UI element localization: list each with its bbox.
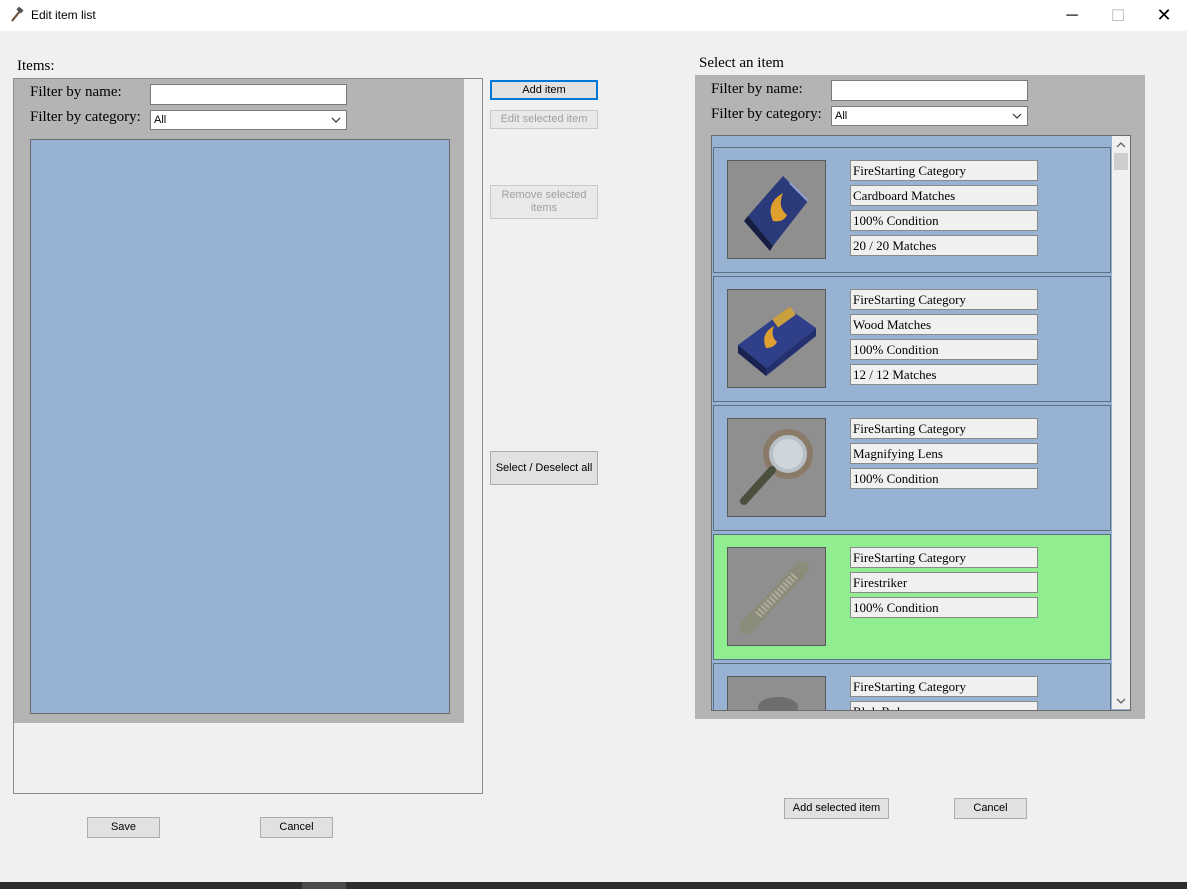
chevron-down-icon [331,117,341,123]
item-category: FireStarting Category [850,676,1038,697]
item-condition: 100% Condition [850,597,1038,618]
filter-name-label: Filter by name: [30,84,122,100]
hammer-icon [11,7,24,22]
title-bar [0,0,1187,31]
item-card[interactable]: FireStarting Category Cardboard Matches … [713,147,1111,273]
filter-category-select[interactable]: All [831,106,1028,126]
item-card[interactable]: FireStarting Category Wood Matches 100% … [713,276,1111,402]
items-list[interactable] [30,139,450,714]
item-quantity: 20 / 20 Matches [850,235,1038,256]
item-condition: 100% Condition [850,210,1038,231]
firestriker-icon [727,547,826,646]
filter-category-value: All [835,110,848,122]
item-name: Magnifying Lens [850,443,1038,464]
save-button[interactable]: Save [87,817,160,838]
filter-category-select[interactable]: All [150,110,347,130]
item-card[interactable]: FireStarting Category Rl..k R..l [713,663,1111,710]
scroll-down-icon[interactable] [1112,692,1130,709]
item-condition: 100% Condition [850,339,1038,360]
select-deselect-all-button[interactable]: Select / Deselect all [490,451,598,485]
item-category: FireStarting Category [850,547,1038,568]
taskbar-tab[interactable] [302,882,346,889]
scroll-up-icon[interactable] [1112,136,1130,153]
cardboard-matches-icon [727,160,826,259]
remove-selected-items-button[interactable]: Remove selected items [490,185,598,219]
filter-category-value: All [154,114,167,126]
add-selected-item-button[interactable]: Add selected item [784,798,889,819]
add-item-button[interactable]: Add item [490,80,598,100]
item-name: Firestriker [850,572,1038,593]
scroll-thumb[interactable] [1114,153,1128,170]
scrollbar[interactable] [1112,136,1130,709]
close-button[interactable]: ✕ [1141,0,1187,31]
taskbar-strip [0,882,1187,889]
cancel-button[interactable]: Cancel [260,817,333,838]
partial-item-icon [727,676,826,710]
select-item-label: Select an item [699,55,784,71]
chevron-down-icon [1012,113,1022,119]
item-name: Cardboard Matches [850,185,1038,206]
available-items-list[interactable]: FireStarting Category Cardboard Matches … [711,135,1131,711]
magnifying-lens-icon [727,418,826,517]
minimize-button[interactable]: ─ [1049,0,1095,31]
window-title: Edit item list [31,8,96,22]
filter-category-label: Filter by category: [30,109,141,125]
item-category: FireStarting Category [850,289,1038,310]
item-condition: 100% Condition [850,468,1038,489]
item-category: FireStarting Category [850,160,1038,181]
wood-matches-icon [727,289,826,388]
filter-category-label: Filter by category: [711,106,822,122]
maximize-button[interactable]: ☐ [1095,0,1141,31]
edit-selected-item-button[interactable]: Edit selected item [490,110,598,129]
item-name: Rl..k R..l [850,701,1038,710]
item-name: Wood Matches [850,314,1038,335]
filter-name-label: Filter by name: [711,81,803,97]
item-card-selected[interactable]: FireStarting Category Firestriker 100% C… [713,534,1111,660]
items-label: Items: [17,58,55,74]
filter-name-input[interactable] [831,80,1028,101]
cancel-button[interactable]: Cancel [954,798,1027,819]
item-card[interactable]: FireStarting Category Magnifying Lens 10… [713,405,1111,531]
filter-name-input[interactable] [150,84,347,105]
item-quantity: 12 / 12 Matches [850,364,1038,385]
item-category: FireStarting Category [850,418,1038,439]
